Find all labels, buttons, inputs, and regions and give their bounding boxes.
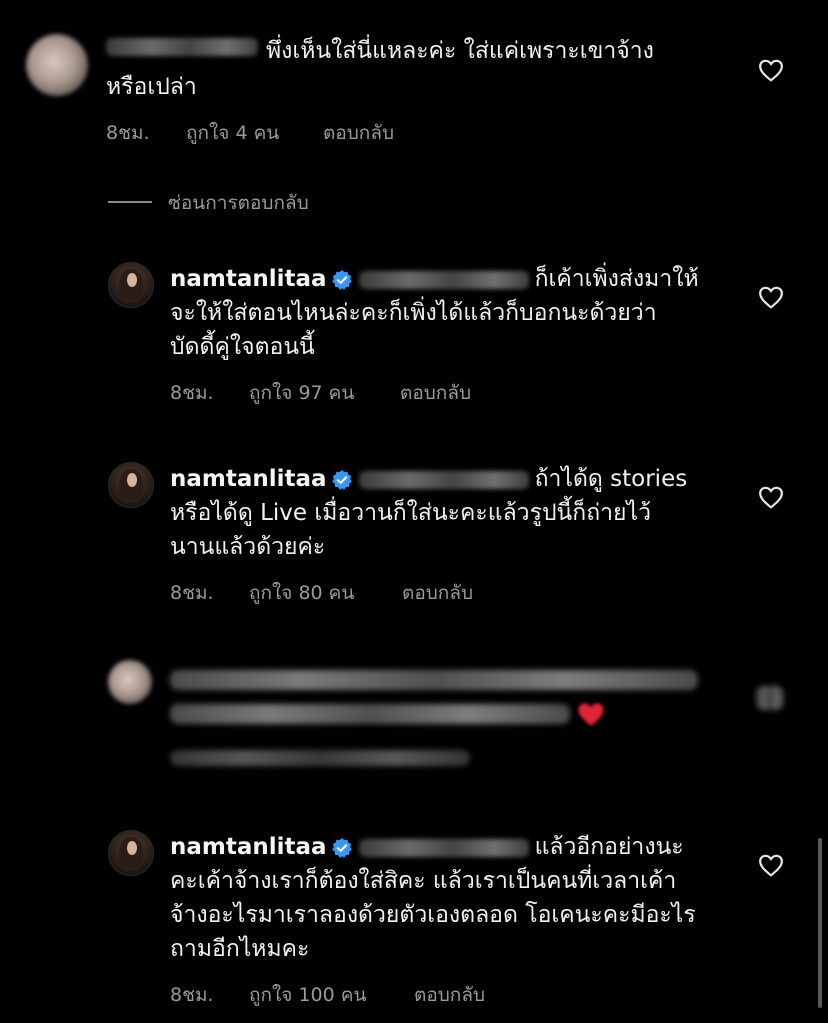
username[interactable]: namtanlitaa — [170, 834, 327, 860]
heart-outline-icon[interactable] — [758, 285, 784, 309]
heart-outline-icon[interactable] — [758, 485, 784, 509]
reply-button[interactable]: ตอบกลับ — [323, 118, 394, 148]
heart-outline-icon[interactable] — [758, 58, 784, 82]
comment-text-continued: หรือเปล่า — [106, 74, 197, 100]
reply-text-line2: หรือได้ดู Live เมื่อวานก็ใส่นะคะแล้วรูปน… — [170, 500, 651, 526]
avatar[interactable] — [108, 262, 154, 308]
comment-likes[interactable]: ถูกใจ 80 คน — [249, 578, 354, 608]
verified-badge-icon — [331, 837, 352, 858]
scrollbar[interactable] — [818, 838, 822, 1008]
comment-time: 8ชม. — [170, 984, 214, 1006]
avatar[interactable] — [108, 660, 152, 704]
blurred-comment-line — [170, 704, 570, 724]
comment-time: 8ชม. — [106, 122, 150, 144]
comment-time: 8ชม. — [170, 582, 214, 604]
comment-likes[interactable]: ถูกใจ 4 คน — [186, 118, 279, 148]
avatar[interactable] — [108, 830, 154, 876]
comment-text: พึ่งเห็นใส่นี่แหละค่ะ ใส่แค่เพราะเขาจ้าง — [266, 38, 654, 64]
reply-text-line2: จะให้ใส่ตอนไหนล่ะคะก็เพิ่งได้แล้วก็บอกนะ… — [170, 300, 657, 326]
reply-text-line1: ถ้าได้ดู stories — [534, 466, 688, 492]
blurred-mention[interactable] — [358, 270, 529, 289]
verified-badge-icon — [331, 469, 352, 490]
hide-replies-button[interactable]: ซ่อนการตอบกลับ — [168, 188, 309, 218]
heart-outline-icon[interactable] — [758, 853, 784, 877]
reply-text-line1: แล้วอีกอย่างนะ — [534, 834, 684, 860]
reply-button[interactable]: ตอบกลับ — [400, 378, 471, 408]
reply-text: namtanlitaa แล้วอีกอย่างนะ — [170, 830, 684, 864]
reply-text-line3: นานแล้วด้วยค่ะ — [170, 534, 326, 560]
hide-replies-divider — [108, 201, 152, 203]
reply-text-line1: ก็เค้าเพิ่งส่งมาให้ — [534, 266, 699, 292]
blurred-comment-line — [170, 670, 698, 690]
reply-text: namtanlitaa ถ้าได้ดู stories — [170, 462, 687, 496]
reply-text-line3: บัดดี้คู่ใจตอนนี้ — [170, 334, 315, 360]
blurred-meta-line — [170, 750, 470, 766]
blurred-mention[interactable] — [358, 838, 529, 857]
reply-text-line4: ถามอีกไหมคะ — [170, 936, 310, 962]
avatar[interactable] — [26, 34, 88, 96]
reply-text-line2: คะเค้าจ้างเราก็ต้องใส่สิคะ แล้วเราเป็นคน… — [170, 868, 677, 894]
username[interactable]: namtanlitaa — [170, 466, 327, 492]
reply-button[interactable]: ตอบกลับ — [414, 980, 485, 1010]
blurred-mention[interactable] — [358, 470, 529, 489]
reply-text: namtanlitaa ก็เค้าเพิ่งส่งมาให้ — [170, 262, 699, 296]
avatar[interactable] — [108, 462, 154, 508]
red-heart-emoji-icon — [578, 703, 604, 726]
blurred-heart-icon[interactable] — [756, 686, 784, 710]
reply-button[interactable]: ตอบกลับ — [402, 578, 473, 608]
comment-likes[interactable]: ถูกใจ 100 คน — [249, 980, 366, 1010]
username[interactable]: namtanlitaa — [170, 266, 327, 292]
comment-time: 8ชม. — [170, 382, 214, 404]
blurred-username[interactable] — [106, 38, 258, 56]
verified-badge-icon — [331, 269, 352, 290]
reply-text-line3: จ้างอะไรมาเราลองด้วยตัวเองตลอด โอเคนะคะม… — [170, 902, 696, 928]
comment-likes[interactable]: ถูกใจ 97 คน — [249, 378, 354, 408]
